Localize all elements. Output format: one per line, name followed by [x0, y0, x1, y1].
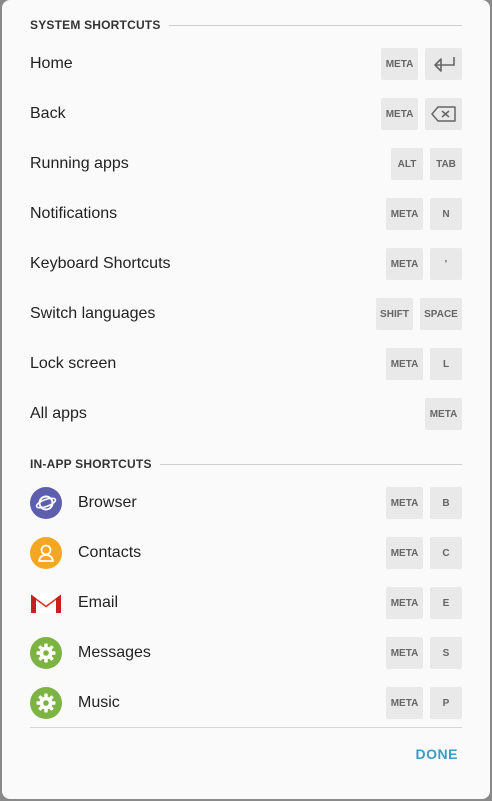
shortcut-row-switch-languages: Switch languages SHIFT SPACE: [30, 289, 462, 339]
enter-key: [425, 48, 462, 80]
shortcut-row-messages: Messages META S: [30, 628, 462, 678]
shortcut-label: Back: [30, 105, 66, 122]
key-meta: META: [386, 248, 423, 280]
contacts-icon: [30, 537, 62, 569]
key-meta: META: [386, 687, 423, 719]
key-combo: META E: [386, 587, 462, 619]
section-divider: [168, 25, 462, 26]
key-combo: META P: [386, 687, 462, 719]
gmail-icon: [30, 587, 62, 619]
shortcut-label: Running apps: [30, 155, 129, 172]
key-combo: SHIFT SPACE: [376, 298, 462, 330]
key-l: L: [430, 348, 462, 380]
shortcut-label: All apps: [30, 405, 87, 422]
system-shortcuts-title: SYSTEM SHORTCUTS: [30, 18, 161, 32]
key-apostrophe: ': [430, 248, 462, 280]
enter-icon: [433, 57, 455, 72]
key-combo: META C: [386, 537, 462, 569]
backspace-key: [425, 98, 462, 130]
key-combo: META: [381, 48, 462, 80]
key-meta: META: [381, 48, 418, 80]
key-combo: META: [381, 98, 462, 130]
shortcut-row-back: Back META: [30, 89, 462, 139]
system-shortcuts-header: SYSTEM SHORTCUTS: [30, 15, 462, 35]
key-meta: META: [386, 348, 423, 380]
shortcut-row-all-apps: All apps META: [30, 389, 462, 439]
shortcut-row-music: Music META P: [30, 678, 462, 728]
shortcut-row-keyboard-shortcuts: Keyboard Shortcuts META ': [30, 239, 462, 289]
key-meta: META: [425, 398, 462, 430]
key-meta: META: [386, 637, 423, 669]
key-space: SPACE: [420, 298, 462, 330]
shortcut-label: Notifications: [30, 205, 118, 222]
shortcut-label: Contacts: [78, 544, 142, 561]
browser-icon: [30, 487, 62, 519]
key-combo: META S: [386, 637, 462, 669]
shortcut-row-email: Email META E: [30, 578, 462, 628]
shortcut-row-lock-screen: Lock screen META L: [30, 339, 462, 389]
shortcut-row-running-apps: Running apps ALT TAB: [30, 139, 462, 189]
key-p: P: [430, 687, 462, 719]
settings-gear-icon: [30, 687, 62, 719]
key-combo: META N: [386, 198, 462, 230]
done-button[interactable]: DONE: [416, 742, 458, 766]
key-combo: META L: [386, 348, 462, 380]
shortcut-label: Music: [78, 694, 120, 711]
key-meta: META: [381, 98, 418, 130]
shortcut-label: Switch languages: [30, 305, 156, 322]
section-divider: [159, 464, 462, 465]
key-meta: META: [386, 487, 423, 519]
keyboard-shortcuts-dialog: SYSTEM SHORTCUTS Home META Back META Run…: [2, 0, 490, 799]
key-combo: META ': [386, 248, 462, 280]
key-combo: META: [425, 398, 462, 430]
key-combo: ALT TAB: [391, 148, 462, 180]
key-alt: ALT: [391, 148, 423, 180]
key-c: C: [430, 537, 462, 569]
key-combo: META B: [386, 487, 462, 519]
key-meta: META: [386, 198, 423, 230]
shortcut-label: Email: [78, 594, 119, 611]
key-s: S: [430, 637, 462, 669]
shortcut-label: Messages: [78, 644, 151, 661]
inapp-shortcuts-header: IN-APP SHORTCUTS: [30, 454, 462, 474]
shortcut-row-browser: Browser META B: [30, 478, 462, 528]
shortcut-label: Home: [30, 55, 73, 72]
shortcut-row-home: Home META: [30, 39, 462, 89]
shortcut-row-notifications: Notifications META N: [30, 189, 462, 239]
footer-divider: [30, 727, 462, 728]
shortcut-row-contacts: Contacts META C: [30, 528, 462, 578]
backspace-icon: [430, 106, 456, 122]
shortcut-label: Lock screen: [30, 355, 117, 372]
shortcut-label: Keyboard Shortcuts: [30, 255, 171, 272]
key-meta: META: [386, 537, 423, 569]
shortcut-label: Browser: [78, 494, 137, 511]
key-meta: META: [386, 587, 423, 619]
key-shift: SHIFT: [376, 298, 413, 330]
key-b: B: [430, 487, 462, 519]
key-e: E: [430, 587, 462, 619]
key-tab: TAB: [430, 148, 462, 180]
inapp-shortcuts-title: IN-APP SHORTCUTS: [30, 457, 152, 471]
settings-gear-icon: [30, 637, 62, 669]
key-n: N: [430, 198, 462, 230]
